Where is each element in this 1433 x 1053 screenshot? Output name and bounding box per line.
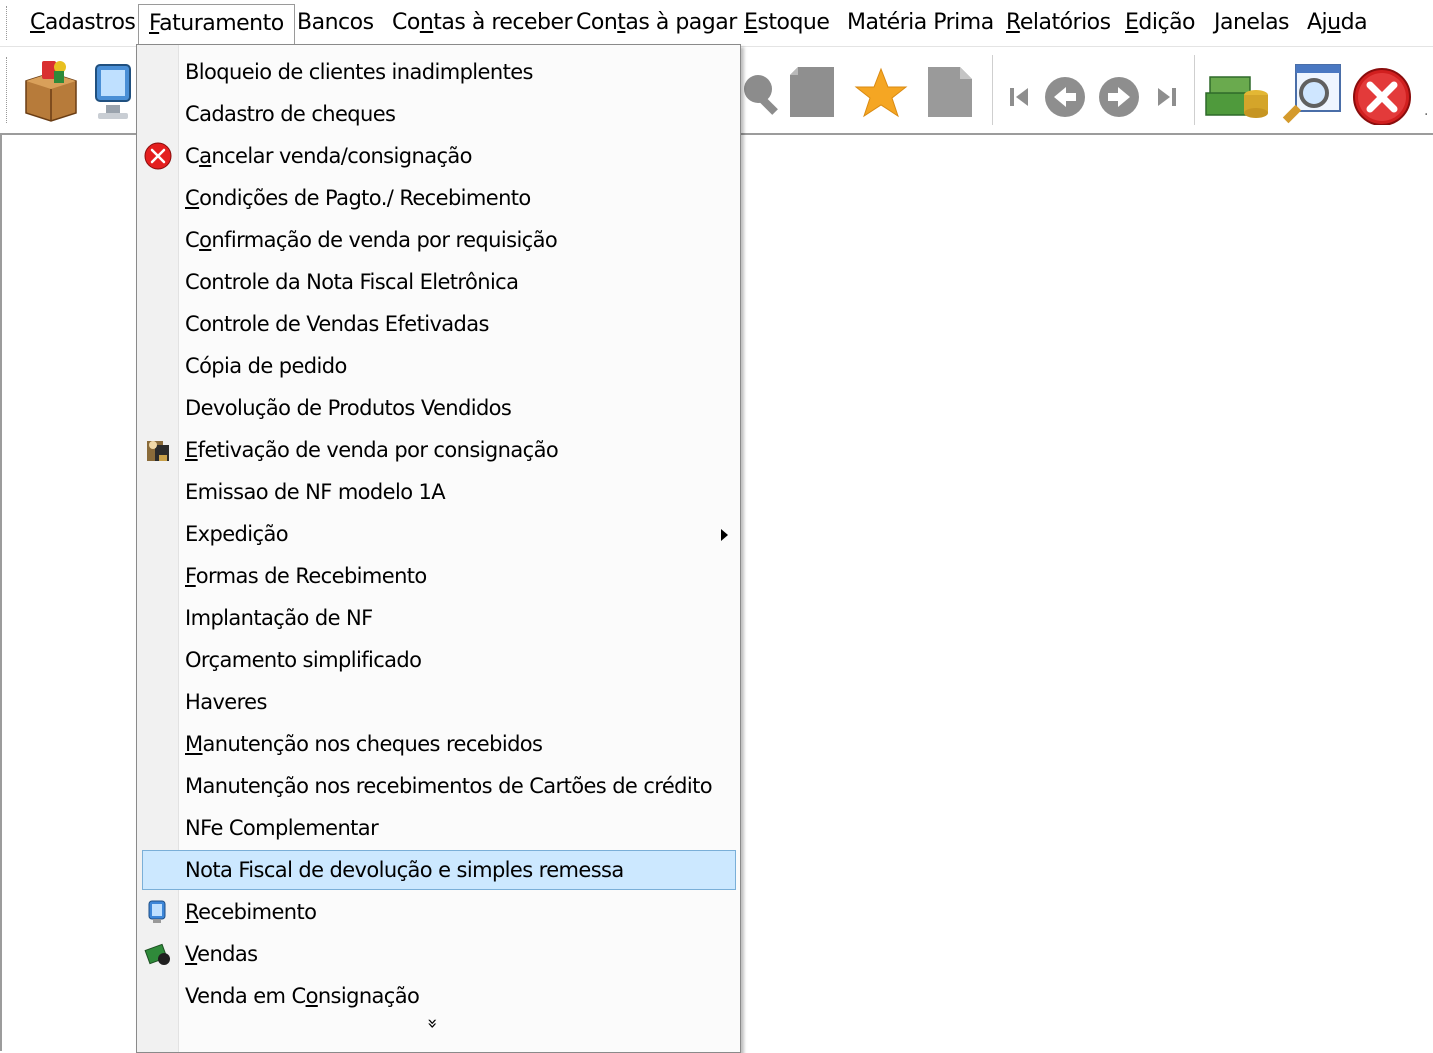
receipt-icon [143,897,173,927]
menu-item-label: NFe Complementar [185,816,379,840]
menu-item-label: Bloqueio de clientes inadimplentes [185,60,533,84]
menu-item[interactable]: Condições de Pagto./ Recebimento [137,177,740,219]
menu-item[interactable]: Recebimento [137,891,740,933]
menu-item-label: Cadastro de cheques [185,102,396,126]
menu-item[interactable]: Manutenção nos cheques recebidos [137,723,740,765]
menu-item-label: Manutenção nos cheques recebidos [185,732,543,756]
toolbar-separator [992,55,993,125]
menu-item[interactable]: Venda em Consignação [137,975,740,1017]
menu-materia-prima[interactable]: Matéria Prima [837,4,1004,42]
menu-item[interactable]: Nota Fiscal de devolução e simples remes… [137,849,740,891]
menu-item-label: Emissao de NF modelo 1A [185,480,446,504]
menu-bancos[interactable]: Bancos [287,4,384,42]
box-icon[interactable] [18,55,84,125]
menu-janelas[interactable]: Janelas [1204,4,1299,42]
menu-item-label: Devolução de Produtos Vendidos [185,396,512,420]
menu-item-label: Manutenção nos recebimentos de Cartões d… [185,774,713,798]
menu-bar: Cadastros Faturamento Bancos Contas à re… [0,0,1433,47]
menu-item[interactable]: Orçamento simplificado [137,639,740,681]
menu-item-label: Venda em Consignação [185,984,420,1008]
menu-item-label: Nota Fiscal de devolução e simples remes… [185,858,624,882]
menu-item[interactable]: Manutenção nos recebimentos de Cartões d… [137,765,740,807]
last-icon[interactable] [1148,55,1186,125]
prev-icon[interactable] [1040,55,1090,125]
more-items-icon[interactable]: » [422,1018,443,1029]
blank-page-icon[interactable] [918,55,984,125]
menu-item[interactable]: Controle de Vendas Efetivadas [137,303,740,345]
close-icon[interactable] [1350,55,1416,126]
menu-item-label: Formas de Recebimento [185,564,427,588]
menubar-grip [6,6,10,40]
toolbar-overflow-icon[interactable]: · [1424,107,1428,123]
menu-contas-receber[interactable]: Contas à receber [382,4,582,42]
menu-item[interactable]: Cópia de pedido [137,345,740,387]
star-icon[interactable] [848,55,914,125]
menu-item[interactable]: Controle da Nota Fiscal Eletrônica [137,261,740,303]
menu-edicao[interactable]: Edição [1115,4,1205,42]
menu-item[interactable]: Implantação de NF [137,597,740,639]
menu-item[interactable]: Haveres [137,681,740,723]
menu-contas-pagar[interactable]: Contas à pagar [566,4,747,42]
menu-item-label: Confirmação de venda por requisição [185,228,558,252]
menu-item[interactable]: NFe Complementar [137,807,740,849]
menu-item-label: Recebimento [185,900,317,924]
submenu-arrow-icon [721,529,728,541]
menu-item-label: Orçamento simplificado [185,648,422,672]
menu-item[interactable]: Devolução de Produtos Vendidos [137,387,740,429]
menu-item[interactable]: Bloqueio de clientes inadimplentes [137,51,740,93]
menu-item-label: Controle da Nota Fiscal Eletrônica [185,270,519,294]
menu-item-label: Expedição [185,522,289,546]
menu-item[interactable]: Cadastro de cheques [137,93,740,135]
sales-icon [143,939,173,969]
menu-relatorios[interactable]: Relatórios [996,4,1121,42]
menu-item[interactable]: Emissao de NF modelo 1A [137,471,740,513]
cancel-icon [143,141,173,171]
menu-estoque[interactable]: Estoque [734,4,839,42]
menu-item-label: Efetivação de venda por consignação [185,438,559,462]
menu-item[interactable]: Cancelar venda/consignação [137,135,740,177]
page-icon[interactable] [782,55,848,125]
menu-item[interactable]: Vendas [137,933,740,975]
first-icon[interactable] [1000,55,1038,125]
money-icon[interactable] [1204,55,1270,125]
menu-item-label: Cancelar venda/consignação [185,144,473,168]
magnifier-window-icon[interactable] [1282,55,1348,125]
consignment-icon [143,435,173,465]
menu-item[interactable]: Efetivação de venda por consignação [137,429,740,471]
menu-faturamento[interactable]: Faturamento [138,4,295,47]
menu-item[interactable]: Formas de Recebimento [137,555,740,597]
menu-item-label: Cópia de pedido [185,354,347,378]
toolbar-grip [6,57,10,123]
next-icon[interactable] [1094,55,1144,125]
menu-item-label: Implantação de NF [185,606,373,630]
toolbar-separator-2 [1194,55,1195,125]
menu-item-label: Vendas [185,942,258,966]
menu-item-label: Controle de Vendas Efetivadas [185,312,490,336]
menu-item[interactable]: Expedição [137,513,740,555]
menu-cadastros[interactable]: Cadastros [20,4,145,42]
faturamento-dropdown: Bloqueio de clientes inadimplentes Cadast… [136,44,741,1053]
menu-item-label: Condições de Pagto./ Recebimento [185,186,531,210]
menu-item-label: Haveres [185,690,267,714]
menu-ajuda[interactable]: Ajuda [1297,4,1377,42]
menu-item[interactable]: Confirmação de venda por requisição [137,219,740,261]
